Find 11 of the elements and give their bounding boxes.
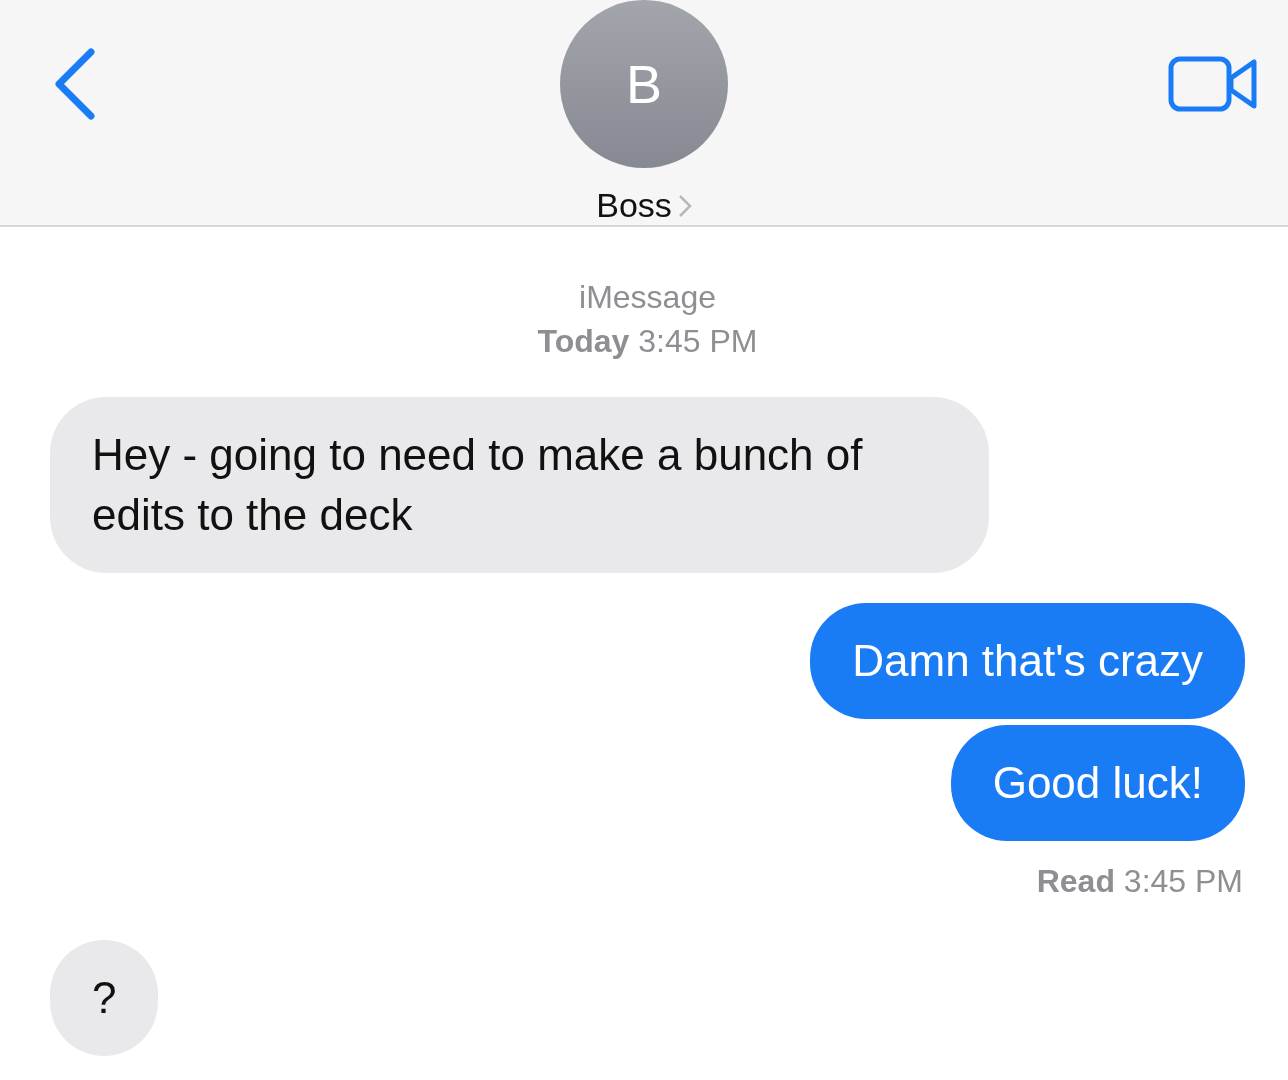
message-bubble: ? [50,940,159,1056]
read-receipt: Read 3:45 PM [1036,863,1243,900]
video-camera-icon[interactable] [1168,56,1258,112]
service-label: iMessage [579,278,716,317]
contact-name[interactable]: Boss [596,186,672,225]
chevron-icon [677,193,692,218]
timestamp: Today 3:45 PM [537,322,758,361]
message-bubble: Hey - going to need to make a bunch of edits to the deck [50,397,989,573]
back-icon[interactable] [53,48,97,120]
message-bubble: Good luck! [950,725,1245,841]
message-bubble: Damn that's crazy [810,603,1245,719]
